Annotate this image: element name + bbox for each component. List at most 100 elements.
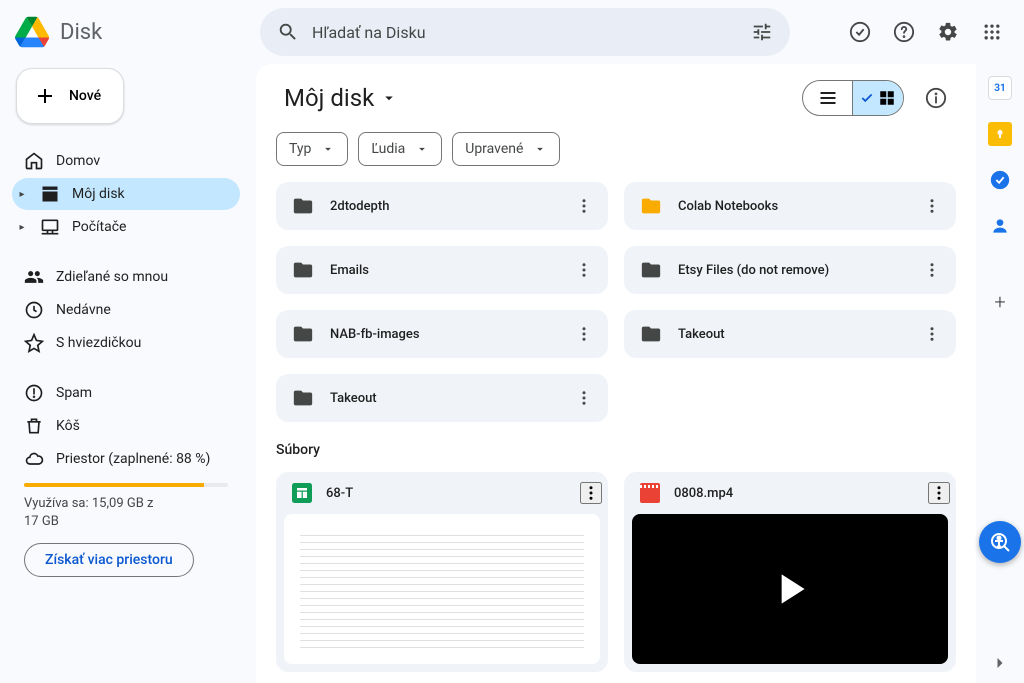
view-toggle <box>802 80 904 116</box>
nav-starred[interactable]: S hviezdičkou <box>12 327 240 359</box>
search-icon[interactable] <box>268 12 308 52</box>
file-preview <box>632 514 948 664</box>
search-options-icon[interactable] <box>742 12 782 52</box>
folder-icon <box>292 195 314 217</box>
nav-label: Domov <box>56 153 100 169</box>
nav-home[interactable]: Domov <box>12 145 240 177</box>
nav-label: Môj disk <box>72 186 125 202</box>
more-options-button[interactable] <box>566 380 602 416</box>
star-icon <box>24 333 44 353</box>
nav-trash[interactable]: Kôš <box>12 410 240 442</box>
add-app-button[interactable]: + <box>994 290 1005 314</box>
side-panel: 31 + <box>976 64 1024 683</box>
more-options-button[interactable] <box>928 482 950 504</box>
more-options-button[interactable] <box>914 316 950 352</box>
tasks-app-icon[interactable] <box>988 168 1012 192</box>
computer-icon <box>40 217 60 237</box>
search-input[interactable] <box>308 23 742 42</box>
folder-icon <box>640 323 662 345</box>
cloud-icon <box>24 449 44 469</box>
sidebar: Nové Domov ▸ Môj disk ▸ Počítače Zdieľan… <box>0 64 256 683</box>
more-options-button[interactable] <box>914 188 950 224</box>
header-actions <box>840 12 1012 52</box>
files-grid: 68-T 0808.mp4 <box>276 472 956 672</box>
more-options-button[interactable] <box>566 316 602 352</box>
folder-icon <box>640 259 662 281</box>
folder-name: NAB-fb-images <box>330 327 550 342</box>
file-preview <box>284 514 600 664</box>
folder-item[interactable]: Emails <box>276 246 608 294</box>
spam-icon <box>24 383 44 403</box>
calendar-app-icon[interactable]: 31 <box>988 76 1012 100</box>
nav-label: Zdieľané so mnou <box>56 269 168 285</box>
nav-my-drive[interactable]: ▸ Môj disk <box>12 178 240 210</box>
folder-item[interactable]: NAB-fb-images <box>276 310 608 358</box>
folder-icon <box>292 387 314 409</box>
folder-item[interactable]: Takeout <box>276 374 608 422</box>
nav-storage[interactable]: Priestor (zaplnené: 88 %) <box>12 443 240 475</box>
nav-label: Priestor (zaplnené: 88 %) <box>56 451 210 467</box>
apps-icon[interactable] <box>972 12 1012 52</box>
main-content: Môj disk Typ Ľudia Upravené 2dtodepth Co… <box>256 64 976 683</box>
grid-view-button[interactable] <box>853 81 903 115</box>
more-options-button[interactable] <box>580 482 602 504</box>
clock-icon <box>24 300 44 320</box>
nav-label: Nedávne <box>56 302 111 318</box>
storage-text: Využíva sa: 15,09 GB z 17 GB <box>12 495 240 531</box>
new-button[interactable]: Nové <box>16 68 124 124</box>
keep-app-icon[interactable] <box>988 122 1012 146</box>
more-options-button[interactable] <box>914 252 950 288</box>
filter-type[interactable]: Typ <box>276 132 348 166</box>
header: Disk <box>0 0 1024 64</box>
settings-icon[interactable] <box>928 12 968 52</box>
folder-icon <box>640 195 662 217</box>
collapse-panel-icon[interactable] <box>990 653 1010 673</box>
expand-arrow-icon[interactable]: ▸ <box>16 189 28 200</box>
new-button-label: Nové <box>69 88 101 104</box>
expand-arrow-icon[interactable]: ▸ <box>16 222 28 233</box>
list-view-button[interactable] <box>803 81 853 115</box>
help-icon[interactable] <box>884 12 924 52</box>
get-more-storage-button[interactable]: Získať viac priestoru <box>24 543 194 577</box>
accessibility-fab[interactable] <box>979 521 1021 563</box>
dropdown-icon <box>380 89 398 107</box>
folder-name: Emails <box>330 263 550 278</box>
file-name: 68-T <box>326 486 566 501</box>
folder-item[interactable]: Etsy Files (do not remove) <box>624 246 956 294</box>
file-type-icon <box>292 483 312 503</box>
more-options-button[interactable] <box>566 188 602 224</box>
contacts-app-icon[interactable] <box>988 214 1012 238</box>
nav-label: S hviezdičkou <box>56 335 141 351</box>
info-icon[interactable] <box>916 78 956 118</box>
folder-name: Colab Notebooks <box>678 199 898 214</box>
people-icon <box>24 267 44 287</box>
search-bar[interactable] <box>260 8 790 56</box>
page-title: Môj disk <box>284 84 374 112</box>
offline-status-icon[interactable] <box>840 12 880 52</box>
main-toolbar: Môj disk <box>256 64 976 132</box>
file-name: 0808.mp4 <box>674 486 914 501</box>
folder-item[interactable]: Takeout <box>624 310 956 358</box>
app-name: Disk <box>60 20 102 45</box>
plus-icon <box>33 84 57 108</box>
file-item[interactable]: 0808.mp4 <box>624 472 956 672</box>
home-icon <box>24 151 44 171</box>
filter-people[interactable]: Ľudia <box>358 132 442 166</box>
folder-item[interactable]: 2dtodepth <box>276 182 608 230</box>
drive-logo-icon[interactable] <box>12 12 52 52</box>
nav-label: Počítače <box>72 219 126 235</box>
filter-modified[interactable]: Upravené <box>452 132 560 166</box>
folder-icon <box>292 323 314 345</box>
nav-spam[interactable]: Spam <box>12 377 240 409</box>
nav-recent[interactable]: Nedávne <box>12 294 240 326</box>
logo-area: Disk <box>12 12 252 52</box>
breadcrumb[interactable]: Môj disk <box>276 80 406 116</box>
more-options-button[interactable] <box>566 252 602 288</box>
nav-computers[interactable]: ▸ Počítače <box>12 211 240 243</box>
nav-shared[interactable]: Zdieľané so mnou <box>12 261 240 293</box>
drive-icon <box>40 184 60 204</box>
file-item[interactable]: 68-T <box>276 472 608 672</box>
nav-label: Spam <box>56 385 92 401</box>
folder-item[interactable]: Colab Notebooks <box>624 182 956 230</box>
folders-grid: 2dtodepth Colab Notebooks Emails Etsy Fi… <box>276 182 956 422</box>
